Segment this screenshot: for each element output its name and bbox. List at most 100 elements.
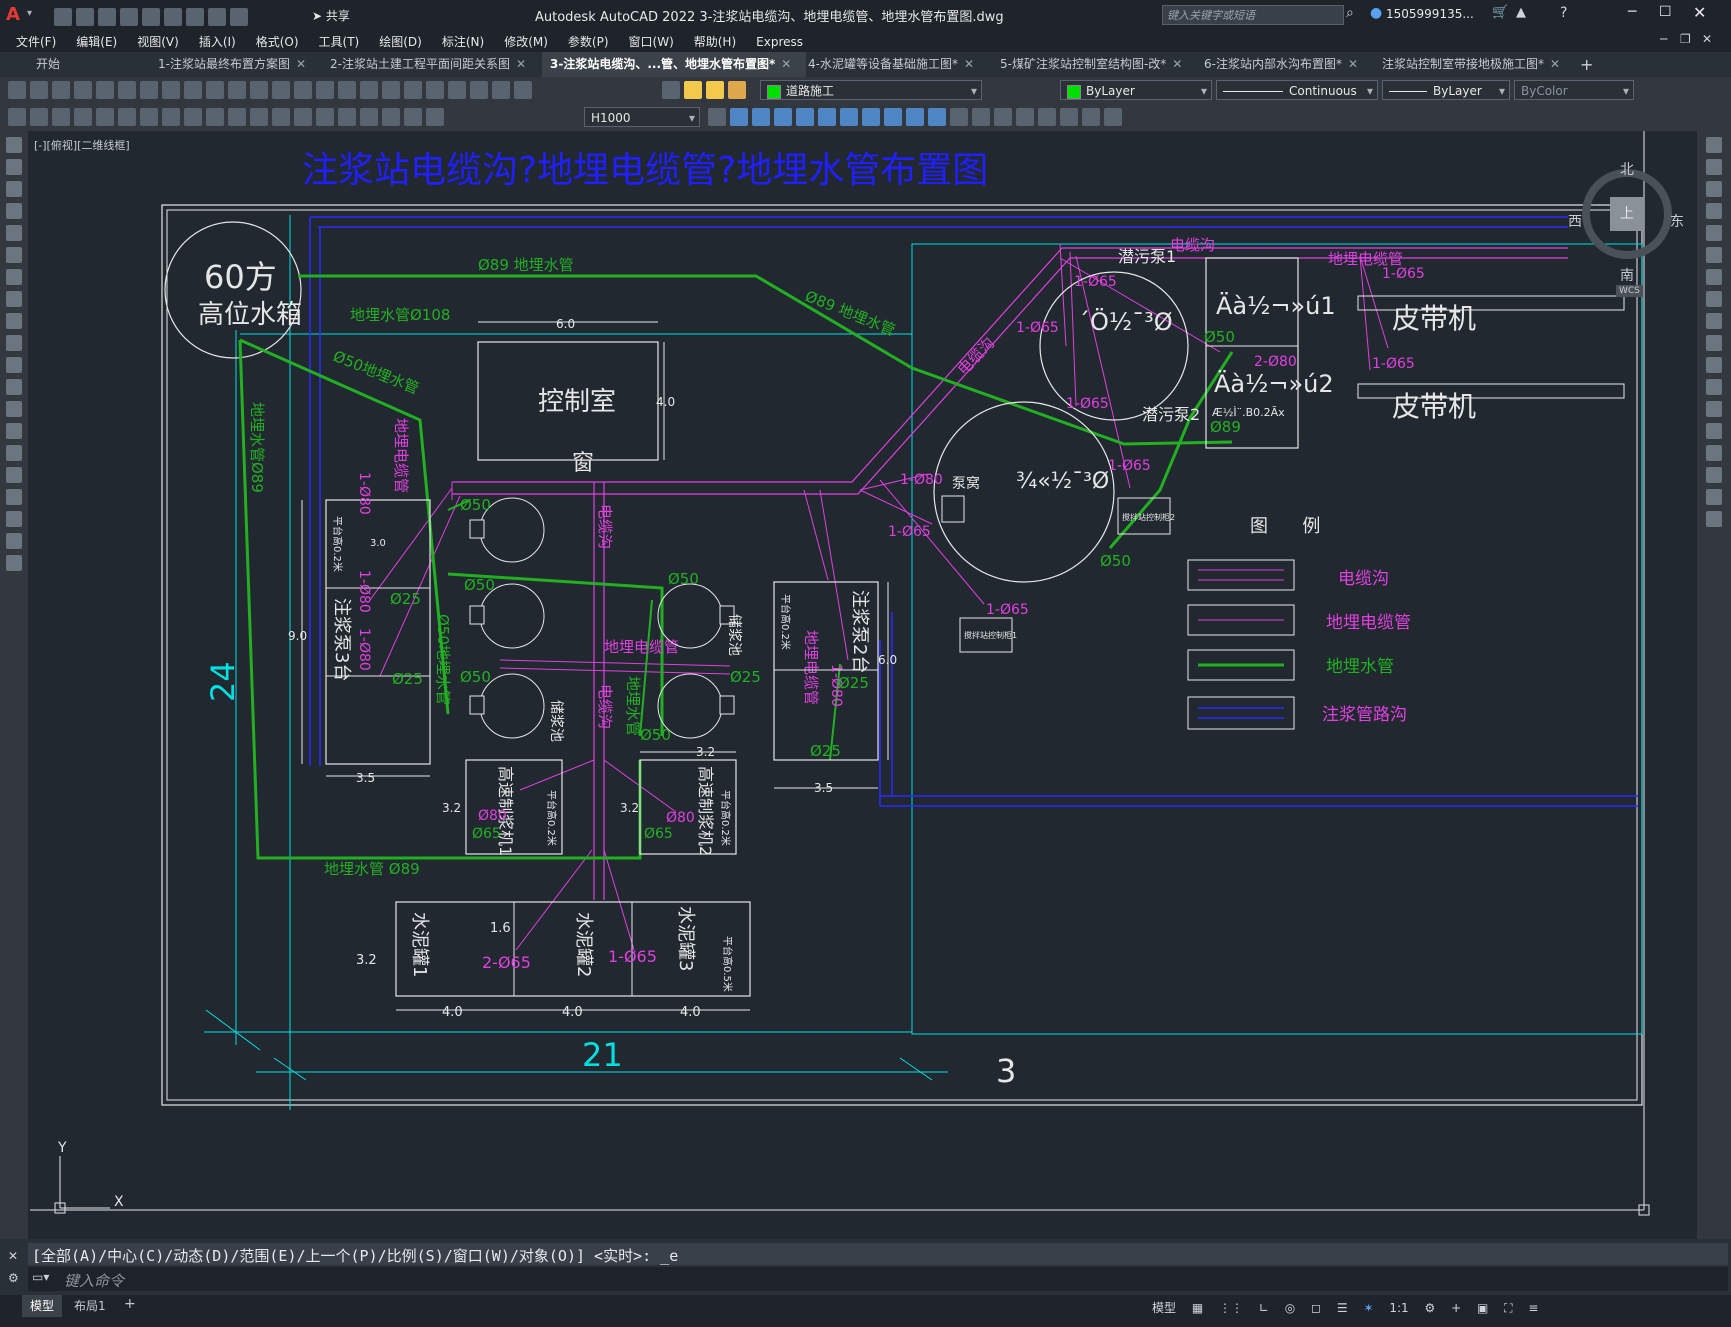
- viewcube[interactable]: 上 北 南 东 西 WCS: [1568, 155, 1684, 297]
- blend-icon[interactable]: [1706, 489, 1722, 505]
- copy-object-icon[interactable]: [1706, 159, 1722, 175]
- 3d-view-icon[interactable]: [862, 108, 880, 126]
- make-block-icon[interactable]: [6, 401, 22, 417]
- gradient-icon[interactable]: [6, 467, 22, 483]
- pan-icon[interactable]: [294, 81, 312, 99]
- zoom-window-icon[interactable]: [338, 81, 356, 99]
- tool-palettes-icon[interactable]: [426, 81, 444, 99]
- viewcube-south[interactable]: 南: [1620, 265, 1634, 285]
- 3d-view-icon[interactable]: [818, 108, 836, 126]
- lineweight-icon[interactable]: ☰: [1337, 1301, 1348, 1315]
- properties-icon[interactable]: [382, 81, 400, 99]
- menu-express[interactable]: Express: [746, 32, 813, 52]
- layer-dropdown[interactable]: 道路施工 ▾: [760, 80, 982, 100]
- join-icon[interactable]: [1706, 423, 1722, 439]
- visual-style-icon[interactable]: [1104, 108, 1122, 126]
- visual-style-icon[interactable]: [1082, 108, 1100, 126]
- close-icon[interactable]: ✕: [516, 57, 526, 71]
- redo-icon[interactable]: [230, 8, 248, 26]
- undo-icon[interactable]: [208, 8, 226, 26]
- redo-icon[interactable]: [272, 81, 290, 99]
- design-center-icon[interactable]: [404, 81, 422, 99]
- cart-icon[interactable]: 🛒: [1492, 5, 1508, 20]
- 3d-view-icon[interactable]: [928, 108, 946, 126]
- search-input[interactable]: 键入关键字或短语: [1167, 7, 1255, 23]
- layout-tab-1[interactable]: 布局1: [66, 1295, 114, 1317]
- color-dropdown[interactable]: ByLayer ▾: [1060, 80, 1212, 100]
- customize-menu-icon[interactable]: ≡: [1528, 1301, 1538, 1315]
- tab-file-6[interactable]: 6-注浆站内部水沟布置图* ✕: [1196, 52, 1388, 77]
- tab-file-2[interactable]: 2-注浆站土建工程平面间距关系图 ✕: [322, 52, 546, 77]
- doc-restore-button[interactable]: ❐: [1680, 32, 1691, 46]
- dim-arc-icon[interactable]: [52, 108, 70, 126]
- tab-file-1[interactable]: 1-注浆站最终布置方案图 ✕: [150, 52, 336, 77]
- visual-style-icon[interactable]: [950, 108, 968, 126]
- open-icon[interactable]: [30, 81, 48, 99]
- fillet-icon[interactable]: [1706, 467, 1722, 483]
- add-layout-button[interactable]: +: [124, 1296, 136, 1312]
- sun-icon[interactable]: [706, 81, 724, 99]
- 3d-view-icon[interactable]: [730, 108, 748, 126]
- osnap-icon[interactable]: ◻: [1311, 1301, 1321, 1315]
- rectangle-icon[interactable]: [6, 225, 22, 241]
- dim-text-edit-icon[interactable]: [404, 108, 422, 126]
- undo-icon[interactable]: [250, 81, 268, 99]
- rotate-icon[interactable]: [1706, 269, 1722, 285]
- save-as-icon[interactable]: [120, 8, 138, 26]
- viewcube-west[interactable]: 西: [1568, 211, 1582, 231]
- menu-tools[interactable]: 工具(T): [309, 30, 370, 53]
- command-prompt-icon[interactable]: ▭▾: [32, 1270, 49, 1284]
- search-box[interactable]: 键入关键字或短语: [1162, 5, 1344, 25]
- snap-icon[interactable]: ⋮⋮: [1219, 1301, 1243, 1315]
- stretch-icon[interactable]: [1706, 313, 1722, 329]
- autocad-logo-icon[interactable]: A: [6, 5, 26, 25]
- command-input-row[interactable]: ▭▾ 键入命令: [28, 1267, 1728, 1291]
- doc-close-button[interactable]: ✕: [1702, 32, 1712, 46]
- paste-icon[interactable]: [206, 81, 224, 99]
- save-web-icon[interactable]: [164, 8, 182, 26]
- workspace-gear-icon[interactable]: ⚙: [1424, 1301, 1435, 1315]
- copy-icon[interactable]: [184, 81, 202, 99]
- wcs-dropdown[interactable]: WCS: [1616, 285, 1643, 297]
- explode-icon[interactable]: [1706, 511, 1722, 527]
- menu-dimension[interactable]: 标注(N): [432, 30, 494, 53]
- layout-tab-model[interactable]: 模型: [22, 1295, 63, 1317]
- point-icon[interactable]: [6, 423, 22, 439]
- zoom-realtime-icon[interactable]: [316, 81, 334, 99]
- tolerance-icon[interactable]: [294, 108, 312, 126]
- minimize-button[interactable]: ─: [1628, 4, 1636, 20]
- 3d-view-icon[interactable]: [774, 108, 792, 126]
- move-icon[interactable]: [1706, 247, 1722, 263]
- isolate-icon[interactable]: ▣: [1477, 1301, 1488, 1315]
- ellipse-icon[interactable]: [6, 335, 22, 351]
- dimstyle-manager-icon[interactable]: [708, 108, 726, 126]
- close-icon[interactable]: ✕: [964, 57, 974, 71]
- 3d-print-icon[interactable]: [140, 81, 158, 99]
- 3d-view-icon[interactable]: [840, 108, 858, 126]
- menu-insert[interactable]: 插入(I): [189, 30, 246, 53]
- grid-icon[interactable]: ▦: [1192, 1301, 1203, 1315]
- linetype-dropdown[interactable]: Continuous ▾: [1216, 80, 1378, 100]
- construction-line-icon[interactable]: [6, 159, 22, 175]
- 3d-view-icon[interactable]: [796, 108, 814, 126]
- array-icon[interactable]: [1706, 225, 1722, 241]
- plot-icon[interactable]: [186, 8, 204, 26]
- close-icon[interactable]: ✕: [1172, 57, 1182, 71]
- share-button[interactable]: ➤ 共享: [312, 7, 350, 24]
- menu-format[interactable]: 格式(O): [246, 30, 309, 53]
- tab-file-4[interactable]: 4-水泥罐等设备基础施工图* ✕: [800, 52, 1004, 77]
- lineweight-dropdown[interactable]: ByLayer ▾: [1382, 80, 1510, 100]
- match-properties-icon[interactable]: [228, 81, 246, 99]
- viewcube-north[interactable]: 北: [1620, 159, 1634, 179]
- menu-window[interactable]: 窗口(W): [619, 30, 684, 53]
- close-icon[interactable]: ✕: [1550, 57, 1560, 71]
- tab-file-3[interactable]: 3-注浆站电缆沟、...管、地埋水管布置图* ✕: [542, 52, 806, 77]
- new-icon[interactable]: [8, 81, 26, 99]
- inspect-icon[interactable]: [338, 108, 356, 126]
- insert-block-icon[interactable]: [6, 379, 22, 395]
- save-icon[interactable]: [98, 8, 116, 26]
- menu-edit[interactable]: 编辑(E): [66, 30, 127, 53]
- viewcube-east[interactable]: 东: [1670, 211, 1684, 231]
- menu-modify[interactable]: 修改(M): [494, 30, 558, 53]
- polyline-icon[interactable]: [6, 181, 22, 197]
